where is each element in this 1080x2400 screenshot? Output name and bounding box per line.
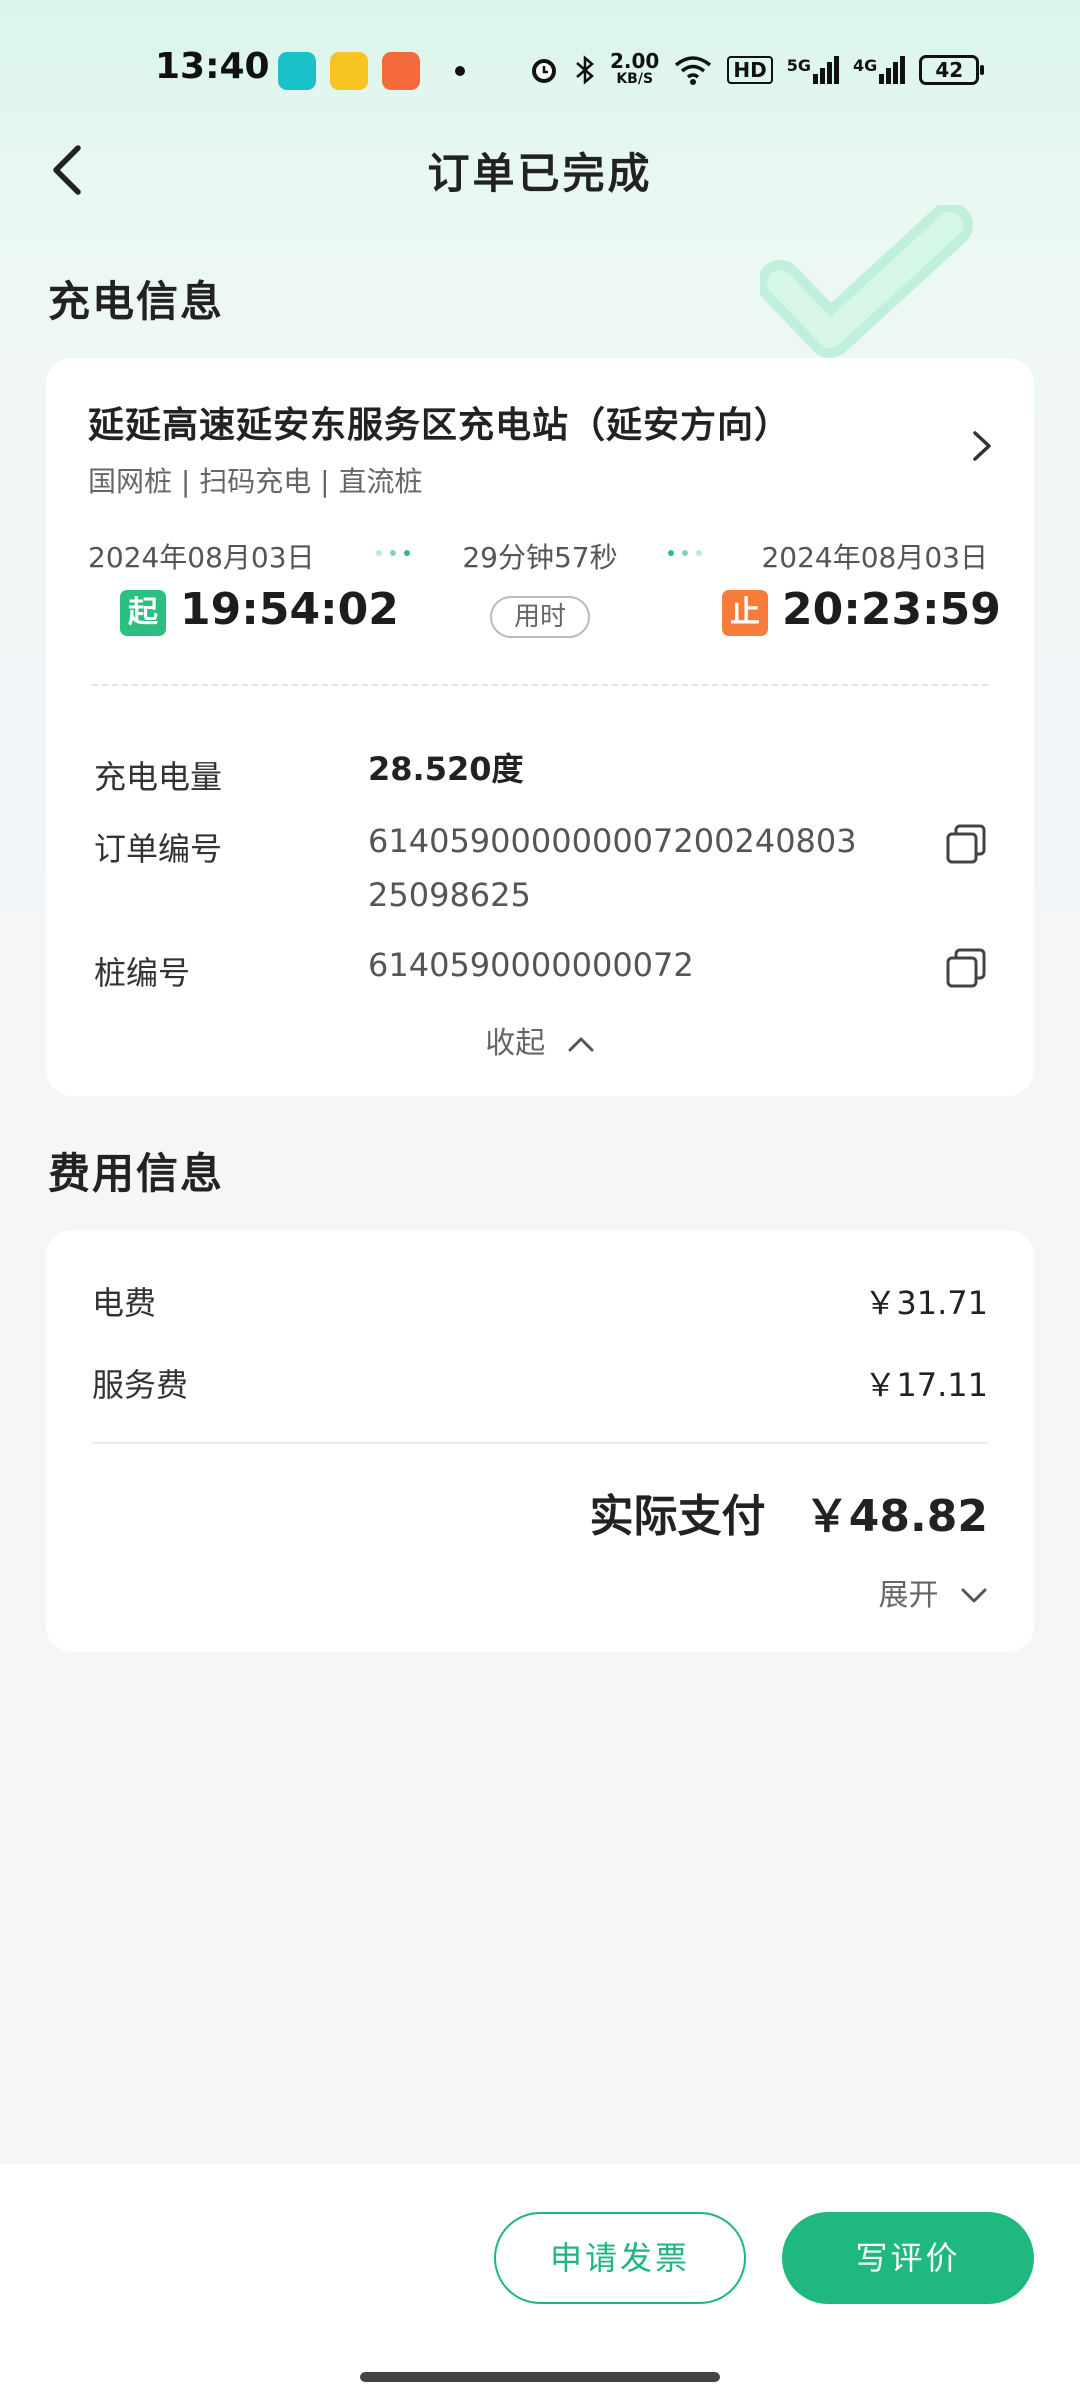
total-paid: 实际支付 ￥48.82 [589, 1480, 988, 1544]
order-number-line2: 25098625 [368, 876, 531, 914]
signal-5g: 5G [787, 56, 839, 84]
checkmark-decoration-icon [760, 205, 973, 358]
bluetooth-icon [576, 55, 594, 85]
service-fee-value: ￥17.11 [864, 1366, 988, 1404]
page-header: 订单已完成 [0, 130, 1080, 210]
electricity-fee-value: ￥31.71 [864, 1284, 988, 1322]
pig-app-icon [382, 52, 420, 90]
end-date: 2024年08月03日 [761, 541, 988, 574]
copy-pile-icon[interactable] [944, 946, 988, 990]
chevron-up-icon [568, 1037, 594, 1052]
start-time: 19:54:02 [180, 584, 399, 635]
status-indicators: 2.00 KB/S HD 5G 4G 42 [528, 46, 985, 94]
pile-number-label: 桩编号 [94, 954, 191, 992]
bottom-action-bar: 申请发票 写评价 [0, 2164, 1080, 2400]
chevron-right-icon[interactable] [970, 428, 994, 464]
home-indicator[interactable] [360, 2372, 720, 2382]
expand-button[interactable]: 展开 [878, 1570, 988, 1614]
order-number-line1: 614059000000007200240803 [368, 822, 857, 860]
home-app-icon [278, 52, 316, 90]
service-fee-label: 服务费 [92, 1366, 189, 1404]
energy-label: 充电电量 [94, 758, 223, 796]
fee-info-card: 电费 ￥31.71 服务费 ￥17.11 实际支付 ￥48.82 展开 [46, 1230, 1034, 1652]
battery-icon: 42 [919, 55, 985, 85]
order-number-label: 订单编号 [94, 830, 223, 868]
total-paid-value: ￥48.82 [804, 1491, 988, 1542]
charging-info-title: 充电信息 [48, 277, 225, 326]
charging-info-card: 延延高速延安东服务区充电站（延安方向） 国网桩 | 扫码充电 | 直流桩 202… [46, 358, 1034, 1096]
copy-order-icon[interactable] [944, 822, 988, 866]
chevron-down-icon [961, 1588, 987, 1603]
net-speed: 2.00 KB/S [610, 49, 660, 87]
station-tags: 国网桩 | 扫码充电 | 直流桩 [88, 465, 423, 498]
collapse-button[interactable]: 收起 [46, 1018, 1034, 1062]
end-badge: 止 [722, 590, 768, 636]
write-review-button[interactable]: 写评价 [782, 2212, 1034, 2304]
dashed-divider [92, 684, 988, 686]
start-badge: 起 [120, 590, 166, 636]
fee-info-title: 费用信息 [48, 1149, 225, 1198]
alarm-icon [532, 59, 556, 83]
wifi-icon [675, 56, 712, 85]
dots-right-icon [668, 550, 702, 556]
page-title: 订单已完成 [427, 149, 653, 198]
signal-4g: 4G [853, 56, 906, 84]
energy-value: 28.520度 [368, 750, 524, 788]
order-number-value: 614059000000007200240803 25098625 [368, 814, 857, 922]
collapse-label: 收起 [485, 1026, 546, 1061]
total-paid-label: 实际支付 [589, 1491, 766, 1542]
seven-app-icon [330, 52, 368, 90]
pile-number-value: 6140590000000072 [368, 946, 694, 984]
notification-dot [455, 66, 465, 76]
hd-icon: HD [727, 56, 773, 84]
status-time: 13:40 [155, 46, 270, 87]
apply-invoice-button[interactable]: 申请发票 [494, 2212, 746, 2304]
expand-label: 展开 [878, 1578, 939, 1613]
end-time: 20:23:59 [782, 584, 1001, 635]
fee-divider [92, 1442, 988, 1444]
station-name[interactable]: 延延高速延安东服务区充电站（延安方向） [88, 396, 791, 448]
used-time-pill: 用时 [490, 596, 590, 638]
status-bar: 13:40 2.00 KB/S HD 5G 4G 42 [0, 0, 1080, 140]
electricity-fee-label: 电费 [92, 1284, 157, 1322]
